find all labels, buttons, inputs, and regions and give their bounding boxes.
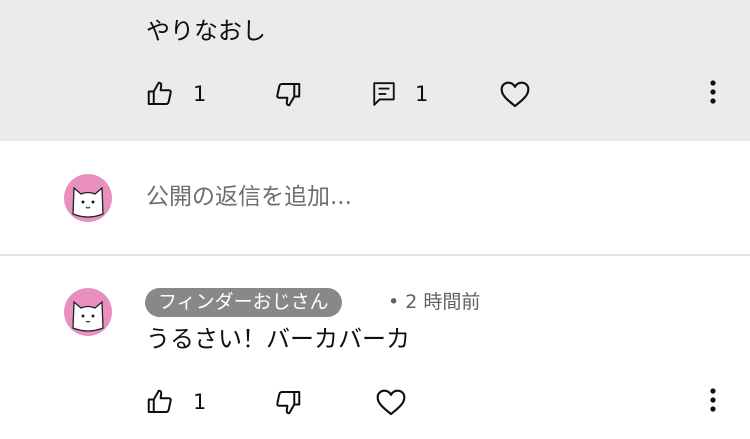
reply-text: うるさい！バーカバーカ <box>146 325 410 353</box>
reply-input[interactable] <box>146 177 666 217</box>
reply-comment-icon <box>371 79 397 109</box>
divider <box>0 254 750 256</box>
reply-count: 1 <box>415 82 429 106</box>
heart-button[interactable] <box>499 74 531 114</box>
highlighted-comment: やりなおし 1 1 <box>0 0 750 141</box>
comment-action-row: 1 1 <box>0 74 750 114</box>
heart-icon <box>375 387 407 417</box>
reply-like-count: 1 <box>193 390 207 414</box>
reply-like-button[interactable]: 1 <box>145 382 206 422</box>
more-options-button[interactable] <box>699 74 727 114</box>
heart-icon <box>499 79 531 109</box>
reply-avatar[interactable] <box>64 288 112 336</box>
reply-heart-button[interactable] <box>375 382 407 422</box>
reply-action-row: 1 <box>0 382 750 422</box>
reply-button[interactable]: 1 <box>371 74 428 114</box>
more-vertical-icon <box>709 387 717 417</box>
thumb-down-icon <box>273 79 303 109</box>
timestamp: • 2 時間前 <box>388 291 481 313</box>
avatar <box>64 174 112 222</box>
dislike-button[interactable] <box>273 74 303 114</box>
reply-dislike-button[interactable] <box>273 382 303 422</box>
comment-text: やりなおし <box>146 17 266 45</box>
like-count: 1 <box>193 82 207 106</box>
thumb-up-icon <box>145 387 175 417</box>
reply-more-options-button[interactable] <box>699 382 727 422</box>
cat-face-icon <box>72 300 104 332</box>
cat-face-icon <box>72 186 104 218</box>
thumb-down-icon <box>273 387 303 417</box>
more-vertical-icon <box>709 79 717 109</box>
author-name-chip[interactable]: フィンダーおじさん <box>145 288 342 317</box>
like-button[interactable]: 1 <box>145 74 206 114</box>
thumb-up-icon <box>145 79 175 109</box>
